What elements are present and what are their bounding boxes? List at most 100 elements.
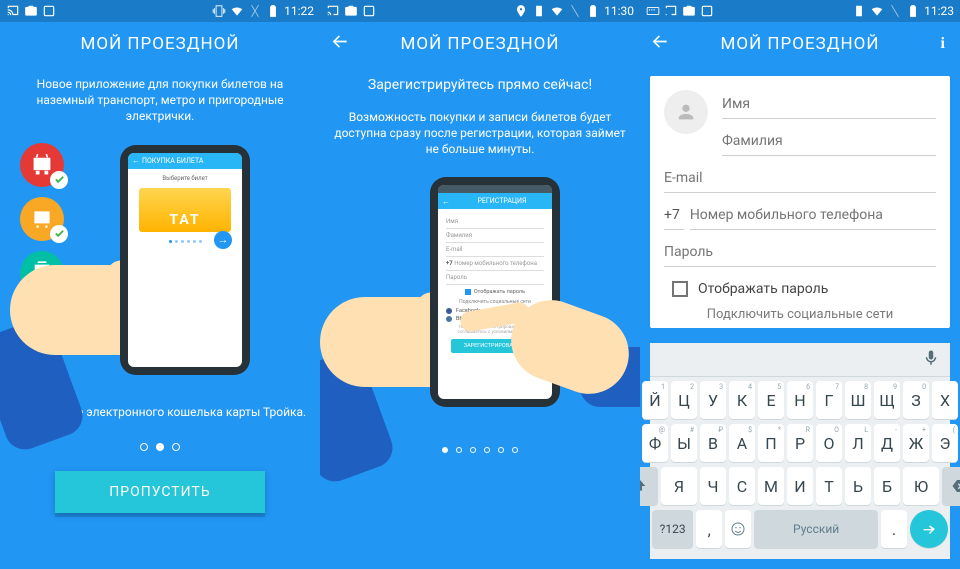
key-У[interactable]: У3 (700, 381, 726, 419)
app-title: МОЙ ПРОЕЗДНОЙ (0, 22, 320, 66)
key-С[interactable]: С (729, 467, 755, 505)
wifi-icon (550, 4, 564, 18)
key-Щ[interactable]: Щ9 (874, 381, 900, 419)
pointing-hand-illustration (450, 257, 600, 387)
onboarding-screen-1: 11:22 МОЙ ПРОЕЗДНОЙ Новое приложение для… (0, 0, 320, 569)
onboarding-subtitle: Новое приложение для покупки билетов на … (12, 76, 308, 125)
key-З[interactable]: З0 (903, 381, 929, 419)
key-Е[interactable]: Е5 (758, 381, 784, 419)
key-Ч[interactable]: Ч (700, 467, 726, 505)
status-time: 11:23 (924, 4, 954, 18)
key-space[interactable]: Русский (754, 510, 878, 548)
camera-icon (24, 4, 38, 18)
key-Я[interactable]: Я (661, 467, 697, 505)
mic-icon[interactable] (922, 349, 940, 371)
app-icon (362, 4, 376, 18)
last-name-input[interactable] (722, 127, 936, 156)
key-Р[interactable]: РR (787, 424, 813, 462)
show-password-checkbox[interactable]: Отображать пароль (672, 281, 936, 297)
camera-icon (344, 4, 358, 18)
hand-illustration (360, 237, 440, 417)
key-Б[interactable]: Б (874, 467, 900, 505)
camera-icon (682, 4, 696, 18)
battery-icon (586, 4, 600, 18)
key-Д[interactable]: Д- (874, 424, 900, 462)
key-Э[interactable]: Э( (932, 424, 958, 462)
onboarding-description: Возможность покупки и записи билетов буд… (332, 109, 628, 158)
key-К[interactable]: К4 (729, 381, 755, 419)
back-button[interactable] (650, 32, 670, 57)
key-period[interactable]: . (881, 510, 907, 548)
key-comma[interactable]: , (696, 510, 722, 548)
status-time: 11:22 (284, 4, 314, 18)
cast-icon (664, 4, 678, 18)
app-title: МОЙ ПРОЕЗДНОЙ (721, 34, 880, 54)
password-input[interactable] (664, 238, 936, 267)
app-icon (42, 4, 56, 18)
key-П[interactable]: П* (758, 424, 784, 462)
first-name-input[interactable] (722, 90, 936, 119)
vibrate-icon (532, 4, 546, 18)
no-sim-icon (568, 4, 582, 18)
key-backspace[interactable] (942, 467, 960, 505)
onboarding-illustration: ПОКУПКА БИЛЕТА Выберите билет ТАТ → (12, 135, 308, 395)
status-bar: 11:22 (0, 0, 320, 22)
key-М[interactable]: М (758, 467, 784, 505)
key-Н[interactable]: Н6 (787, 381, 813, 419)
key-Ь[interactable]: Ь (845, 467, 871, 505)
status-bar: 11:23 (640, 0, 960, 22)
hand-illustration (50, 205, 130, 385)
skip-button[interactable]: ПРОПУСТИТЬ (55, 471, 265, 513)
key-emoji[interactable] (725, 510, 751, 548)
registration-screen: 11:23 МОЙ ПРОЕЗДНОЙ i +7 Отобража (640, 0, 960, 569)
registration-form: +7 Отображать пароль Подключить социальн… (650, 76, 950, 328)
phone-input[interactable] (690, 201, 936, 230)
cast-icon (326, 4, 340, 18)
status-bar: 11:30 (320, 0, 640, 22)
key-Ш[interactable]: Ш8 (845, 381, 871, 419)
onboarding-illustration: РЕГИСТРАЦИЯ Имя Фамилия E-mail +7 Номер … (332, 167, 628, 427)
pager-dots[interactable] (140, 443, 180, 451)
key-Ф[interactable]: Ф@ (642, 424, 668, 462)
app-icon (700, 4, 714, 18)
key-Й[interactable]: Й1 (642, 381, 668, 419)
battery-icon (266, 4, 280, 18)
phone-illustration: ПОКУПКА БИЛЕТА Выберите билет ТАТ → (120, 145, 250, 375)
key-Ы[interactable]: Ы# (671, 424, 697, 462)
checkbox-icon (672, 281, 688, 297)
key-В[interactable]: В₽ (700, 424, 726, 462)
info-button[interactable]: i (941, 35, 946, 53)
battery-icon (906, 4, 920, 18)
vibrate-icon (212, 4, 226, 18)
status-time: 11:30 (604, 4, 634, 18)
key-shift[interactable] (640, 467, 658, 505)
key-Т[interactable]: Т (816, 467, 842, 505)
connect-socials-link[interactable]: Подключить социальные сети (664, 307, 936, 322)
cast-icon (6, 4, 20, 18)
key-И[interactable]: И (787, 467, 813, 505)
key-go[interactable] (910, 510, 948, 548)
avatar-placeholder[interactable] (664, 90, 708, 134)
soft-keyboard: Й1Ц2У3К4Е5Н6Г7Ш8Щ9З0Х Ф@Ы#В₽А$П*РRОOЛLД-… (650, 343, 950, 559)
key-О[interactable]: ОO (816, 424, 842, 462)
key-Ж[interactable]: Ж+ (903, 424, 929, 462)
transport-trolleybus-icon (20, 143, 64, 187)
app-title: МОЙ ПРОЕЗДНОЙ (401, 34, 560, 54)
key-Г[interactable]: Г7 (816, 381, 842, 419)
key-mode-switch[interactable]: ?123 (652, 510, 693, 548)
key-Х[interactable]: Х (932, 381, 958, 419)
wifi-icon (870, 4, 884, 18)
wifi-icon (230, 4, 244, 18)
location-icon (514, 4, 528, 18)
no-sim-icon (888, 4, 902, 18)
pager-dots[interactable] (442, 447, 518, 453)
onboarding-screen-2: 11:30 МОЙ ПРОЕЗДНОЙ Зарегистрируйтесь пр… (320, 0, 640, 569)
onboarding-subtitle: Зарегистрируйтесь прямо сейчас! (368, 76, 592, 95)
email-input[interactable] (664, 164, 936, 193)
back-button[interactable] (330, 32, 350, 57)
key-Ц[interactable]: Ц2 (671, 381, 697, 419)
key-Ю[interactable]: Ю (903, 467, 939, 505)
key-Л[interactable]: ЛL (845, 424, 871, 462)
phone-prefix: +7 (664, 201, 684, 230)
key-А[interactable]: А$ (729, 424, 755, 462)
